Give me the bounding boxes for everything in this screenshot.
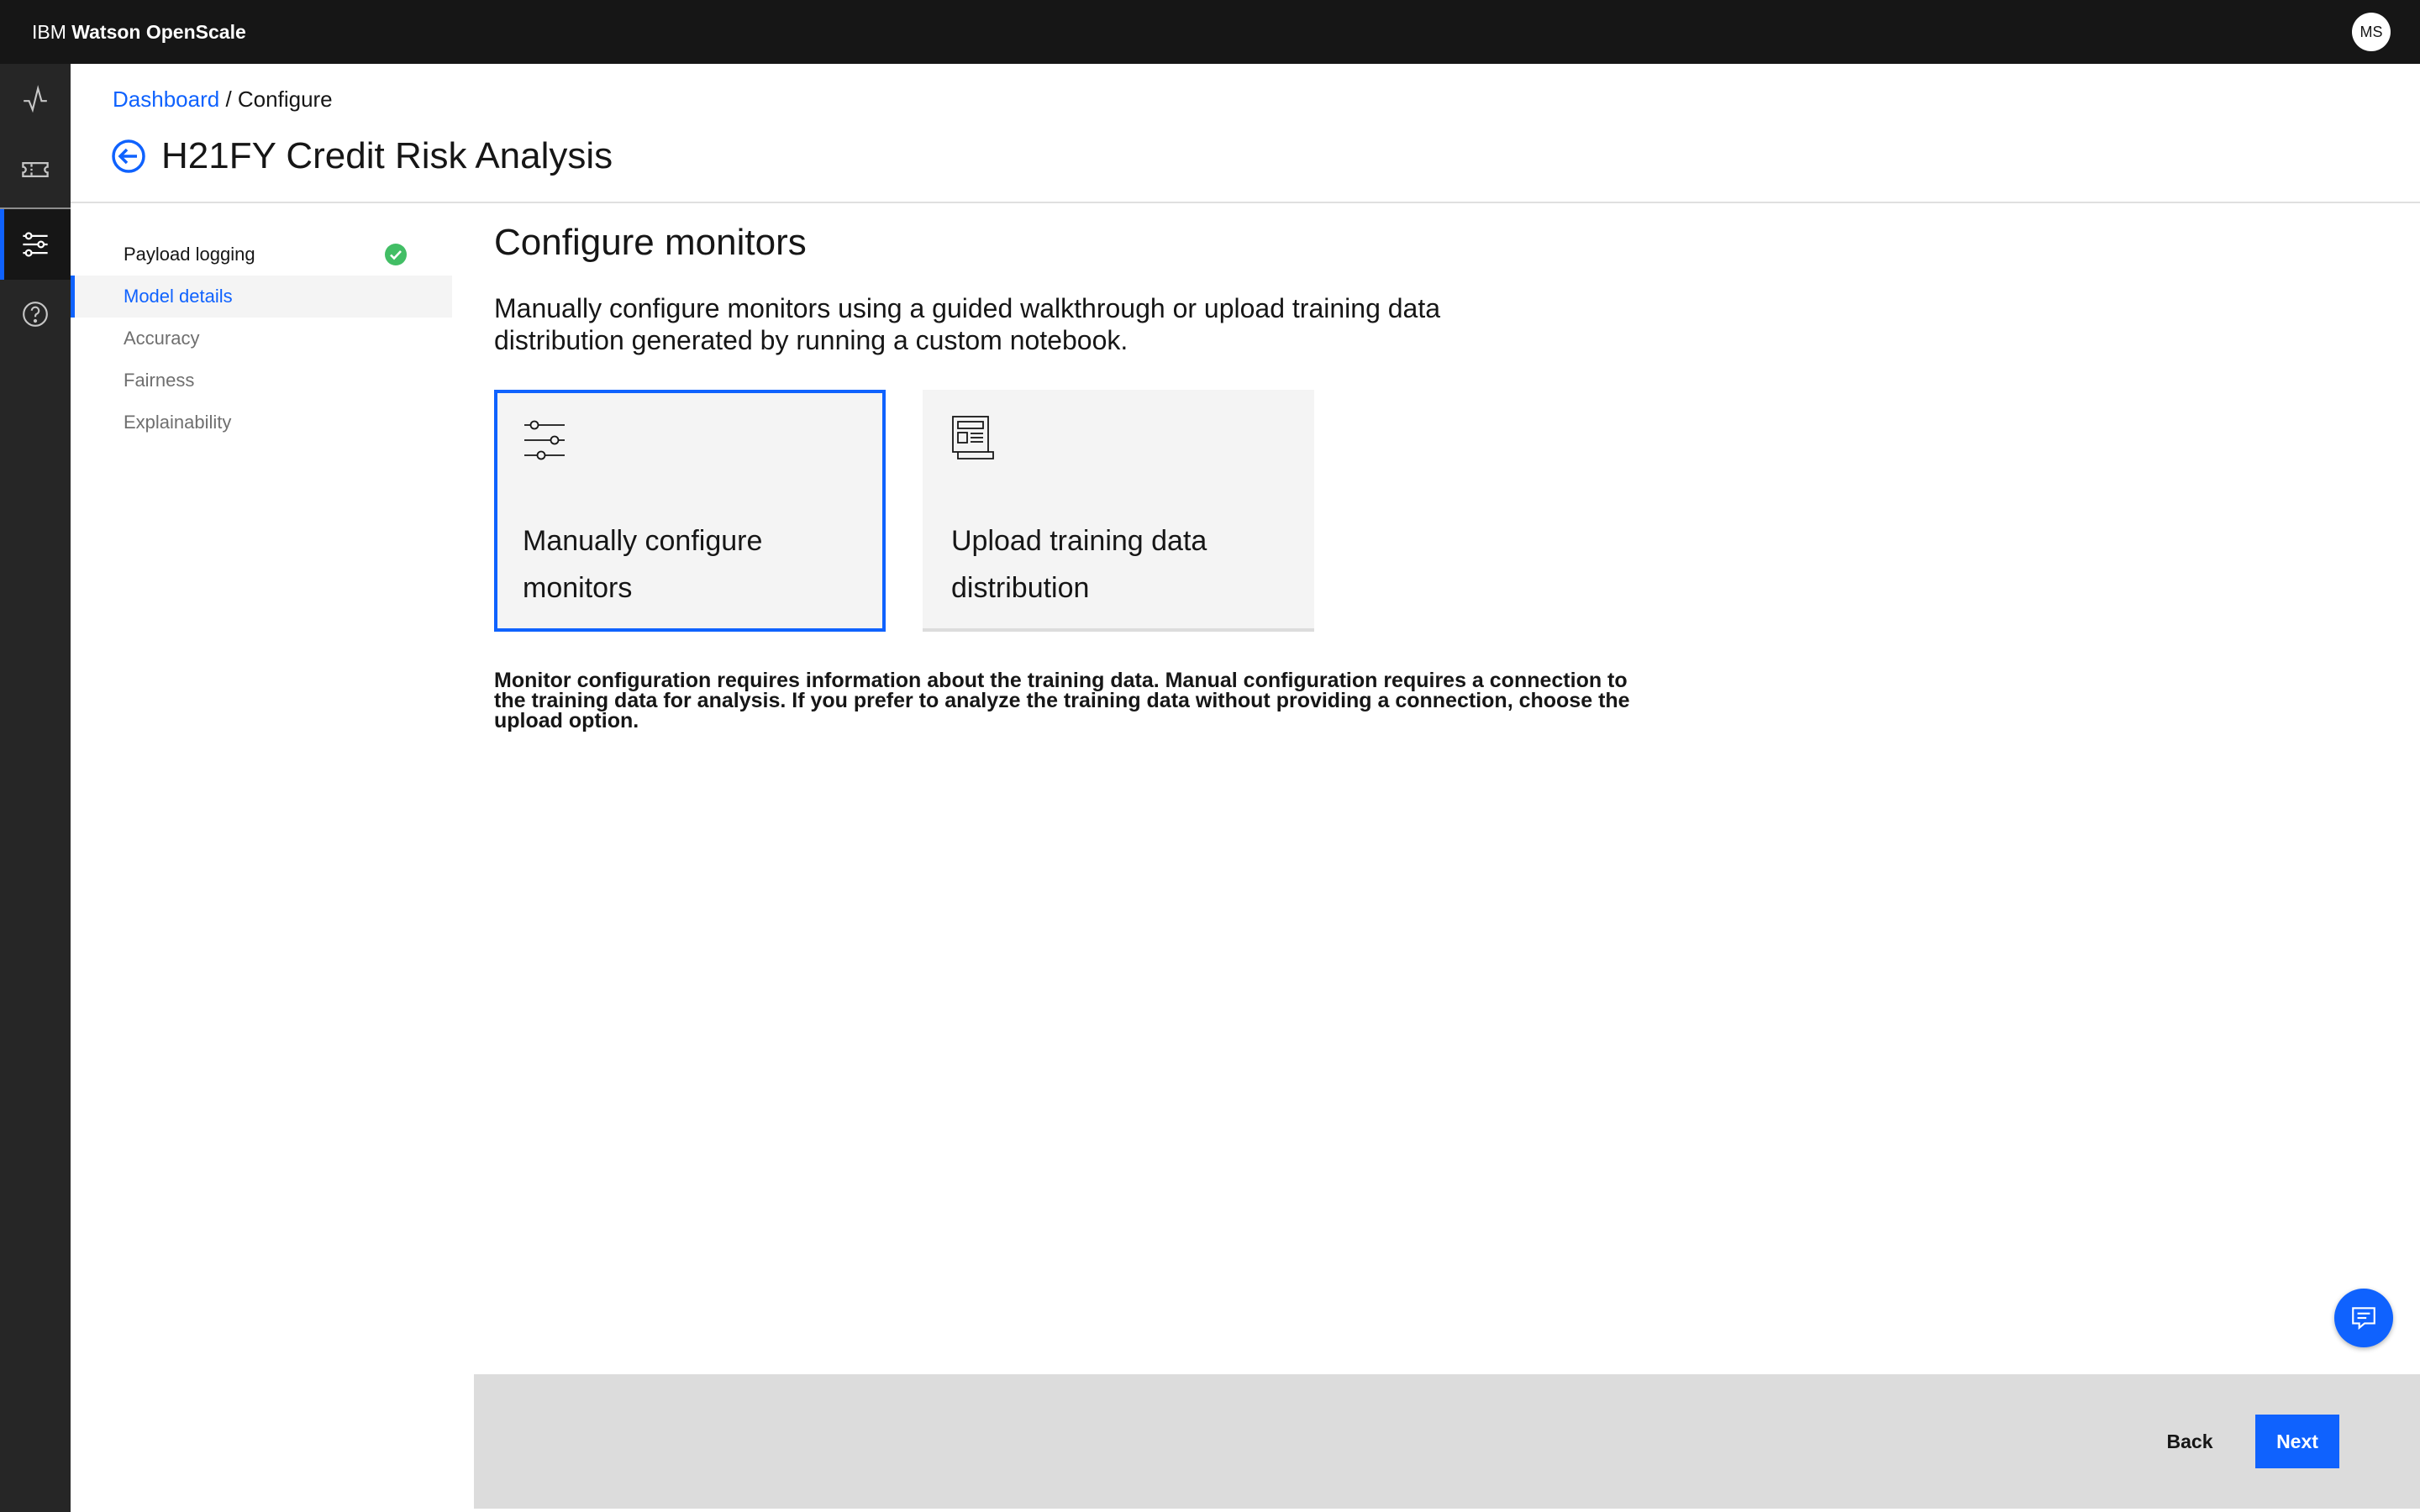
card-label: Manually configure monitors <box>523 525 763 604</box>
section-description: Manually configure monitors using a guid… <box>494 293 1441 355</box>
sliders-icon <box>524 420 565 460</box>
user-avatar[interactable]: MS <box>2352 13 2391 51</box>
step-payload-logging[interactable]: Payload logging <box>71 234 452 276</box>
configuration-note: Monitor configuration requires informati… <box>494 669 1630 732</box>
step-model-details[interactable]: Model details <box>71 276 452 318</box>
back-arrow-icon[interactable] <box>111 139 146 174</box>
breadcrumb-dashboard-link[interactable]: Dashboard <box>113 87 219 112</box>
footer-bar <box>474 1374 2420 1509</box>
header-divider <box>71 202 2420 203</box>
step-explainability[interactable]: Explainability <box>71 402 452 444</box>
breadcrumb-separator: / <box>225 87 232 112</box>
next-button[interactable]: Next <box>2255 1415 2339 1468</box>
page-title: H21FY Credit Risk Analysis <box>161 135 613 176</box>
chat-button[interactable] <box>2334 1289 2393 1347</box>
upload-distribution-card[interactable]: Upload training data distribution <box>923 390 1314 632</box>
document-upload-icon <box>952 416 994 459</box>
activity-icon <box>24 85 47 113</box>
configuration-steps: Payload logging Model details Accuracy F… <box>71 234 452 444</box>
left-nav-rail <box>0 64 71 1512</box>
product-name[interactable]: IBM Watson OpenScale <box>32 18 246 45</box>
checkmark-filled-icon <box>385 244 407 265</box>
rail-item-configure[interactable] <box>0 209 71 280</box>
card-label: Upload training data distribution <box>951 525 1207 604</box>
help-icon <box>23 302 48 327</box>
rail-item-ticket[interactable] <box>0 134 71 205</box>
settings-adjust-icon <box>23 232 48 257</box>
ticket-icon <box>22 162 49 177</box>
breadcrumb: Dashboard / Configure <box>113 84 333 114</box>
step-fairness[interactable]: Fairness <box>71 360 452 402</box>
section-title: Configure monitors <box>494 222 807 263</box>
breadcrumb-current: Configure <box>237 87 333 112</box>
top-header: IBM Watson OpenScale MS <box>0 0 2420 64</box>
page-title-row: H21FY Credit Risk Analysis <box>111 133 613 180</box>
rail-item-activity[interactable] <box>0 64 71 134</box>
manually-configure-card[interactable]: Manually configure monitors <box>494 390 886 632</box>
chat-icon <box>2352 1307 2375 1330</box>
rail-item-help[interactable] <box>0 279 71 349</box>
back-button[interactable]: Back <box>2129 1415 2250 1468</box>
step-accuracy[interactable]: Accuracy <box>71 318 452 360</box>
